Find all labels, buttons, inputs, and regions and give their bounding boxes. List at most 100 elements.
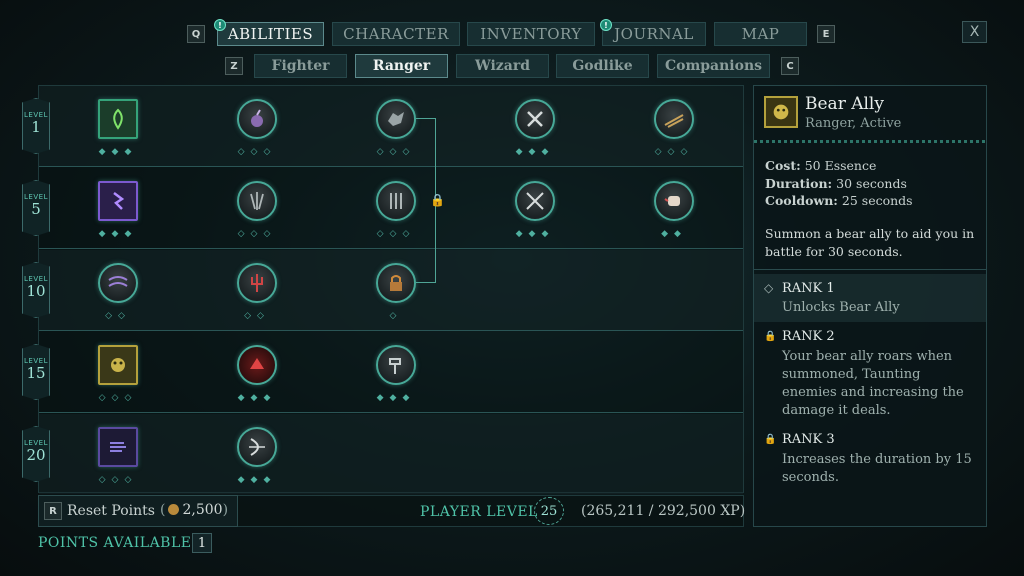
ability-node-beast-icon[interactable] <box>98 345 138 385</box>
ability-subtitle: Ranger, Active <box>805 116 902 131</box>
reset-cost: 2,500 <box>182 502 223 518</box>
rank-pips: ◇◇◇ <box>98 475 138 485</box>
tree-connector <box>416 282 436 283</box>
subtab-ranger[interactable]: Ranger <box>355 54 448 78</box>
cooldown-label: Cooldown: <box>765 193 838 208</box>
ability-node-wind-icon[interactable] <box>98 263 138 303</box>
rank-pips: ◇◇◇ <box>237 147 277 157</box>
bear-ally-icon <box>764 96 798 128</box>
rank-3-text: Increases the duration by 15 seconds. <box>782 452 972 485</box>
rank-pips: ◇◇ <box>244 311 270 321</box>
rank-2-text: Your bear ally roars when summoned, Taun… <box>782 349 964 418</box>
close-button[interactable]: X <box>962 21 987 43</box>
ability-detail-panel: Bear Ally Ranger, Active Cost: 50 Essenc… <box>753 85 987 527</box>
ability-node-dash-icon[interactable] <box>98 181 138 221</box>
rank-pips: ◇◇◇ <box>98 393 138 403</box>
rank-pips: ◇ <box>389 311 403 321</box>
divider <box>754 140 986 143</box>
ability-node-locked-icon[interactable] <box>376 263 416 303</box>
ability-stats: Cost: 50 Essence Duration: 30 seconds Co… <box>765 157 913 210</box>
cooldown-value: 25 seconds <box>841 193 913 208</box>
lock-icon: 🔒 <box>430 193 445 207</box>
rank-pips: ◆◆◆ <box>237 475 277 485</box>
player-level-value: 25 <box>534 497 564 525</box>
level-number: 10 <box>26 282 46 300</box>
tab-next-key[interactable]: E <box>817 25 835 43</box>
subtab-fighter[interactable]: Fighter <box>254 54 347 78</box>
rank-1-text: Unlocks Bear Ally <box>782 300 900 315</box>
rank-pips: ◇◇◇ <box>376 229 416 239</box>
ability-node-arrows-icon[interactable] <box>654 99 694 139</box>
rank-pips: ◆◆◆ <box>376 393 416 403</box>
level-badge-1: LEVEL 1 <box>22 98 50 154</box>
ability-node-bomb-icon[interactable] <box>237 99 277 139</box>
ability-node-bow-icon[interactable] <box>237 427 277 467</box>
ability-node-nature-icon[interactable] <box>98 99 138 139</box>
ability-node-crossed-blades-icon[interactable] <box>515 181 555 221</box>
ability-node-gust-icon[interactable] <box>98 427 138 467</box>
divider <box>754 269 986 270</box>
level-number: 20 <box>26 446 46 464</box>
tab-prev-key[interactable]: Q <box>187 25 205 43</box>
reset-label: Reset Points <box>67 503 155 519</box>
rank-pips: ◇◇ <box>105 311 131 321</box>
tab-journal[interactable]: JOURNAL <box>602 22 706 46</box>
rank-pips: ◆◆◆ <box>98 147 138 157</box>
rank-3-title: RANK 3 <box>782 432 835 447</box>
ability-node-claws-icon[interactable] <box>376 181 416 221</box>
subtab-prev-key[interactable]: Z <box>225 57 243 75</box>
ability-node-rage-icon[interactable] <box>237 345 277 385</box>
cost-value: 50 Essence <box>804 158 877 173</box>
rank-pips: ◆◆◆ <box>98 229 138 239</box>
ability-description: Summon a bear ally to aid you in battle … <box>765 226 975 259</box>
lock-icon: 🔒 <box>764 331 777 342</box>
ability-name: Bear Ally <box>805 94 884 114</box>
level-number: 15 <box>26 364 46 382</box>
level-badge-10: LEVEL 10 <box>22 262 50 318</box>
reset-cost-box: (2,500) <box>160 502 229 518</box>
rank-2-title: RANK 2 <box>782 329 835 344</box>
rank-pips: ◆◆◆ <box>515 147 555 157</box>
duration-value: 30 seconds <box>836 175 907 191</box>
ability-node-bear-ally-icon[interactable] <box>376 99 416 139</box>
subtab-companions[interactable]: Companions <box>657 54 770 78</box>
rank-pips: ◇◇◇ <box>376 147 416 157</box>
lock-icon: 🔒 <box>764 434 777 445</box>
tab-inventory[interactable]: INVENTORY <box>467 22 595 46</box>
row-divider <box>39 166 743 167</box>
subtab-wizard[interactable]: Wizard <box>456 54 549 78</box>
rank-pips: ◇◇◇ <box>237 229 277 239</box>
rank-1-title: RANK 1 <box>782 281 835 296</box>
cost-label: Cost: <box>765 158 801 173</box>
duration-label: Duration: <box>765 175 833 191</box>
level-badge-15: LEVEL 15 <box>22 344 50 400</box>
ability-node-volley-icon[interactable] <box>237 181 277 221</box>
coin-icon <box>168 504 180 515</box>
row-divider <box>39 412 743 413</box>
diamond-icon: ◇ <box>764 281 774 295</box>
tab-map[interactable]: MAP <box>714 22 807 46</box>
rank-pips: ◆◆◆ <box>515 229 555 239</box>
row-divider <box>39 330 743 331</box>
xp-progress: (265,211 / 292,500 XP) <box>581 503 746 519</box>
ability-node-axes-icon[interactable] <box>515 99 555 139</box>
subtab-next-key[interactable]: C <box>781 57 799 75</box>
journal-notification-icon: ! <box>600 19 612 31</box>
player-level-label: PLAYER LEVEL <box>420 504 538 520</box>
points-available-value: 1 <box>192 533 212 553</box>
level-badge-20: LEVEL 20 <box>22 426 50 482</box>
tree-connector <box>416 118 436 119</box>
ability-node-hammer-icon[interactable] <box>376 345 416 385</box>
rank-pips: ◆◆ <box>661 229 687 239</box>
tab-character[interactable]: CHARACTER <box>332 22 460 46</box>
tab-abilities[interactable]: ABILITIES <box>217 22 324 46</box>
subtab-godlike[interactable]: Godlike <box>556 54 649 78</box>
rank-pips: ◇◇◇ <box>654 147 694 157</box>
ability-node-fist-icon[interactable] <box>654 181 694 221</box>
points-available-label: POINTS AVAILABLE <box>38 535 192 551</box>
rank-pips: ◆◆◆ <box>237 393 277 403</box>
level-number: 1 <box>31 118 41 136</box>
abilities-notification-icon: ! <box>214 19 226 31</box>
reset-key: R <box>44 502 62 520</box>
ability-node-trident-icon[interactable] <box>237 263 277 303</box>
